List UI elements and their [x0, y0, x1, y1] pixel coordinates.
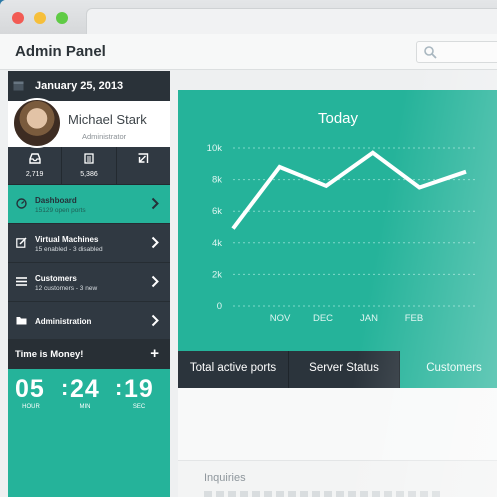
search-input[interactable]: [416, 41, 497, 63]
tab-server-status[interactable]: Server Status: [289, 351, 400, 388]
chevron-right-icon: [151, 236, 159, 249]
inquiries-title: Inquiries: [204, 472, 246, 484]
line-chart: 0 2k 4k 6k 8k 10k NOV DEC JAN FEB: [207, 143, 478, 324]
timer-hour-label: HOUR: [22, 404, 40, 410]
series-line: [231, 150, 467, 230]
stats-row: 2,719 5,386: [8, 147, 170, 185]
y-tick-label: 2k: [212, 269, 222, 280]
tab-bar: Total active ports Server Status Custome…: [178, 351, 497, 388]
add-icon[interactable]: +: [150, 345, 159, 362]
stat-inbox[interactable]: 2,719: [8, 147, 63, 184]
tab-label: Server Status: [309, 362, 379, 374]
chevron-right-icon: [151, 314, 159, 327]
timer-minute-label: MIN: [79, 404, 91, 410]
sidebar-menu: Dashboard 15129 open ports Virtual Machi…: [8, 185, 170, 341]
browser-tab[interactable]: [86, 8, 497, 34]
app-window: Admin Panel January 25, 2013 Michael Sta…: [0, 0, 497, 497]
stat-list-value: 5,386: [80, 171, 98, 178]
sidebar-item-customers[interactable]: Customers 12 customers - 3 new: [8, 263, 170, 302]
date-row: January 25, 2013: [8, 71, 170, 101]
sidebar-item-sublabel: 15129 open ports: [35, 207, 86, 214]
menu-icon: [16, 277, 27, 286]
calendar-icon: [13, 81, 24, 91]
sidebar-item-dashboard[interactable]: Dashboard 15129 open ports: [8, 185, 170, 224]
sidebar-item-sublabel: 12 customers - 3 new: [35, 285, 98, 292]
x-tick-label: DEC: [313, 313, 333, 324]
chevron-right-icon: [151, 197, 159, 210]
timer-second: 19: [124, 375, 154, 403]
dashboard-icon: [16, 198, 27, 209]
inquiries-bars: [204, 491, 440, 497]
y-tick-label: 8k: [212, 175, 222, 186]
stat-export[interactable]: [117, 147, 170, 184]
x-tick-label: NOV: [270, 313, 291, 324]
list-icon: [84, 153, 94, 164]
x-tick-label: FEB: [405, 313, 423, 324]
folder-icon: [16, 317, 27, 325]
export-icon: [138, 153, 149, 163]
chevron-right-icon: [151, 275, 159, 288]
current-date: January 25, 2013: [35, 80, 124, 92]
timer-separator: :: [115, 375, 123, 400]
timer-second-label: SEC: [132, 404, 146, 410]
timer-minute: 24: [70, 375, 100, 403]
minimize-window-button[interactable]: [34, 12, 46, 24]
countdown-timer: 05 : 24 : 19 HOUR MIN SEC: [8, 369, 170, 497]
search-icon: [424, 46, 437, 59]
stat-inbox-value: 2,719: [25, 171, 44, 178]
sidebar-item-sublabel: 15 enabled - 3 disabled: [35, 246, 103, 253]
window-titlebar: [0, 0, 497, 34]
maximize-window-button[interactable]: [56, 12, 68, 24]
chart-panel: Today 0 2k 4k 6k 8k 10k NOV DEC JAN FEB: [178, 90, 497, 351]
close-window-button[interactable]: [12, 12, 24, 24]
sidebar: January 25, 2013 Michael Stark Administr…: [8, 71, 170, 497]
tab-label: Total active ports: [189, 362, 277, 374]
time-widget-header: Time is Money! +: [8, 339, 170, 369]
y-tick-label: 10k: [207, 143, 223, 154]
sidebar-item-administration[interactable]: Administration: [8, 302, 170, 341]
avatar[interactable]: [12, 98, 62, 148]
y-tick-label: 0: [217, 301, 222, 312]
app-header: Admin Panel: [0, 34, 497, 70]
tab-label: Customers: [426, 362, 482, 374]
timer-hour: 05: [15, 375, 45, 403]
x-tick-label: JAN: [360, 313, 378, 324]
tab-customers[interactable]: Customers: [400, 351, 497, 388]
time-widget-title: Time is Money!: [15, 349, 84, 360]
sidebar-item-label: Dashboard: [35, 196, 77, 205]
app-title: Admin Panel: [15, 43, 106, 60]
sidebar-item-label: Customers: [35, 274, 77, 283]
user-name: Michael Stark: [68, 112, 147, 127]
sidebar-item-label: Administration: [35, 317, 92, 326]
edit-icon: [16, 237, 27, 248]
timer-separator: :: [61, 375, 69, 400]
sidebar-item-label: Virtual Machines: [35, 235, 99, 244]
y-tick-label: 4k: [212, 238, 222, 249]
stat-list[interactable]: 5,386: [62, 147, 117, 184]
sidebar-item-virtual-machines[interactable]: Virtual Machines 15 enabled - 3 disabled: [8, 224, 170, 263]
inquiries-panel: Inquiries: [178, 460, 497, 497]
user-role: Administrator: [82, 132, 127, 141]
inbox-icon: [28, 153, 41, 164]
y-tick-label: 6k: [212, 206, 222, 217]
tab-total-active-ports[interactable]: Total active ports: [178, 351, 289, 388]
